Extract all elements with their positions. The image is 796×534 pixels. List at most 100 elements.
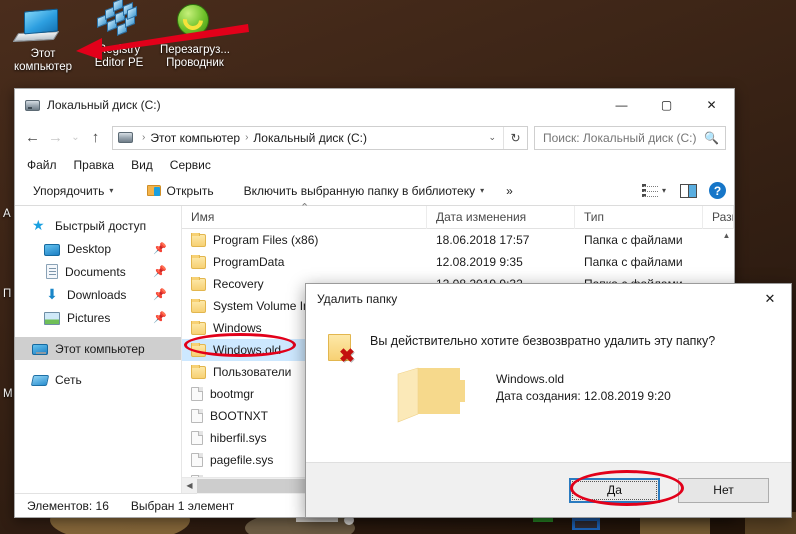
file-name: BOOTNXT xyxy=(210,409,269,423)
folder-icon xyxy=(191,321,206,335)
yes-button[interactable]: Да xyxy=(569,477,660,503)
dialog-close-button[interactable]: ✕ xyxy=(749,284,791,314)
scroll-up-icon[interactable]: ▲ xyxy=(719,229,734,243)
view-options-icon[interactable] xyxy=(641,184,658,197)
sidebar-item-downloads[interactable]: ⬇ Downloads 📌 xyxy=(15,283,181,306)
recent-locations-button[interactable]: ⌄ xyxy=(67,126,84,150)
yes-button-label: Да xyxy=(607,483,622,497)
desktop-icon xyxy=(44,243,60,256)
star-icon: ★ xyxy=(32,217,45,233)
desktop-edge-label-a: А xyxy=(3,208,11,220)
organize-button[interactable]: Упорядочить ▾ xyxy=(27,181,119,201)
menu-bar: Файл Правка Вид Сервис xyxy=(15,154,734,176)
dialog-footer: Да Нет xyxy=(306,462,791,517)
help-icon[interactable]: ? xyxy=(709,182,726,199)
dialog-item-name: Windows.old xyxy=(496,372,565,386)
menu-item-file[interactable]: Файл xyxy=(27,158,57,172)
file-date-cell: 12.08.2019 9:35 xyxy=(436,255,523,269)
sidebar-item-label: Downloads xyxy=(67,287,127,302)
scroll-left-icon[interactable]: ◀ xyxy=(182,481,197,490)
pictures-icon xyxy=(44,311,60,325)
sidebar-item-this-pc[interactable]: Этот компьютер xyxy=(15,337,181,360)
minimize-button[interactable]: — xyxy=(599,89,644,121)
file-name: ProgramData xyxy=(213,255,285,269)
preview-pane-icon[interactable] xyxy=(680,183,697,198)
pin-icon[interactable]: 📌 xyxy=(153,311,167,324)
search-input[interactable] xyxy=(541,129,705,146)
breadcrumb-item-this-pc[interactable]: Этот компьютер xyxy=(150,131,240,145)
search-box[interactable]: 🔍 xyxy=(534,125,726,150)
folder-icon xyxy=(191,365,206,379)
sidebar-item-pictures[interactable]: Pictures 📌 xyxy=(15,306,181,329)
menu-item-edit[interactable]: Правка xyxy=(74,158,115,172)
local-drive-icon xyxy=(25,99,40,111)
command-bar-right: ▾ ? xyxy=(641,182,726,199)
status-item-count: Элементов: 16 xyxy=(27,498,109,513)
menu-item-view[interactable]: Вид xyxy=(131,158,153,172)
address-bar[interactable]: › Этот компьютер › Локальный диск (C:) ⌄… xyxy=(112,125,528,150)
sidebar-item-quick-access[interactable]: ★ Быстрый доступ xyxy=(15,214,181,237)
breadcrumb-item-local-disk[interactable]: Локальный диск (C:) xyxy=(253,131,367,145)
maximize-button[interactable]: ▢ xyxy=(644,89,689,121)
open-folder-icon xyxy=(147,185,162,196)
column-header-size[interactable]: Разм xyxy=(703,205,734,229)
sidebar-item-desktop[interactable]: Desktop 📌 xyxy=(15,237,181,260)
open-button[interactable]: Открыть xyxy=(141,181,219,201)
overflow-button[interactable]: » xyxy=(500,181,519,201)
sidebar-item-documents[interactable]: Documents 📌 xyxy=(15,260,181,283)
column-header-type[interactable]: Тип xyxy=(575,205,703,229)
menu-item-tools[interactable]: Сервис xyxy=(170,158,211,172)
dialog-body: ✖ Вы действительно хотите безвозвратно у… xyxy=(306,314,791,462)
folder-icon xyxy=(191,277,206,291)
breadcrumb-separator: › xyxy=(142,132,146,143)
file-name: Windows xyxy=(213,321,262,335)
no-button-label: Нет xyxy=(713,483,734,497)
file-icon xyxy=(191,431,203,445)
pin-icon[interactable]: 📌 xyxy=(153,288,167,301)
file-name-cell: Program Files (x86) xyxy=(182,233,427,247)
desktop-edge-label-p: П xyxy=(3,288,12,300)
view-chevron-down-icon[interactable]: ▾ xyxy=(662,186,666,195)
file-icon xyxy=(191,409,203,423)
dialog-title: Удалить папку xyxy=(317,292,398,306)
folder-icon xyxy=(191,343,206,357)
dialog-item-details: Windows.old Дата создания: 12.08.2019 9:… xyxy=(496,371,671,405)
up-button[interactable]: ↑ xyxy=(84,126,107,150)
file-name: Program Files (x86) xyxy=(213,233,319,247)
column-header-date[interactable]: Дата изменения xyxy=(427,205,575,229)
large-folder-icon xyxy=(397,367,465,423)
dialog-title-bar: Удалить папку ✕ xyxy=(306,284,791,314)
file-name: pagefile.sys xyxy=(210,453,274,467)
address-dropdown-caret-icon[interactable]: ⌄ xyxy=(481,132,503,143)
pin-icon[interactable]: 📌 xyxy=(153,265,167,278)
close-button[interactable]: ✕ xyxy=(689,89,734,121)
downloads-icon: ⬇ xyxy=(46,286,58,302)
organize-label: Упорядочить xyxy=(33,183,105,198)
forward-button[interactable]: → xyxy=(44,126,67,150)
folder-icon xyxy=(191,299,206,313)
include-library-label: Включить выбранную папку в библиотеку xyxy=(243,183,476,198)
file-name: System Volume Inf xyxy=(213,299,314,313)
refresh-icon[interactable]: ↻ xyxy=(503,126,527,149)
table-row[interactable]: Program Files (x86) 18.06.2018 17:57 Пап… xyxy=(182,229,734,251)
pin-icon[interactable]: 📌 xyxy=(153,242,167,255)
table-row[interactable]: ProgramData 12.08.2019 9:35 Папка с файл… xyxy=(182,251,734,273)
chevron-down-icon: ▾ xyxy=(109,186,114,195)
file-type-cell: Папка с файлами xyxy=(584,255,683,269)
sidebar-item-label: Сеть xyxy=(55,372,82,387)
sidebar-item-network[interactable]: Сеть xyxy=(15,368,181,391)
sidebar-item-label: Desktop xyxy=(67,241,112,256)
file-date-cell: 18.06.2018 17:57 xyxy=(436,233,530,247)
dialog-item-date: Дата создания: 12.08.2019 9:20 xyxy=(496,389,671,403)
file-name-cell: ProgramData xyxy=(182,255,427,269)
sidebar-item-label: Быстрый доступ xyxy=(55,218,147,233)
red-annotation-arrow xyxy=(76,24,249,60)
folder-icon xyxy=(191,233,206,247)
back-button[interactable]: ← xyxy=(21,126,44,150)
sidebar-item-label: Pictures xyxy=(67,310,111,325)
sidebar-item-label: Documents xyxy=(65,264,126,279)
window-title: Локальный диск (C:) xyxy=(47,98,161,112)
red-x-icon: ✖ xyxy=(339,346,355,367)
include-in-library-button[interactable]: Включить выбранную папку в библиотеку ▾ xyxy=(238,181,491,201)
no-button[interactable]: Нет xyxy=(678,477,769,503)
